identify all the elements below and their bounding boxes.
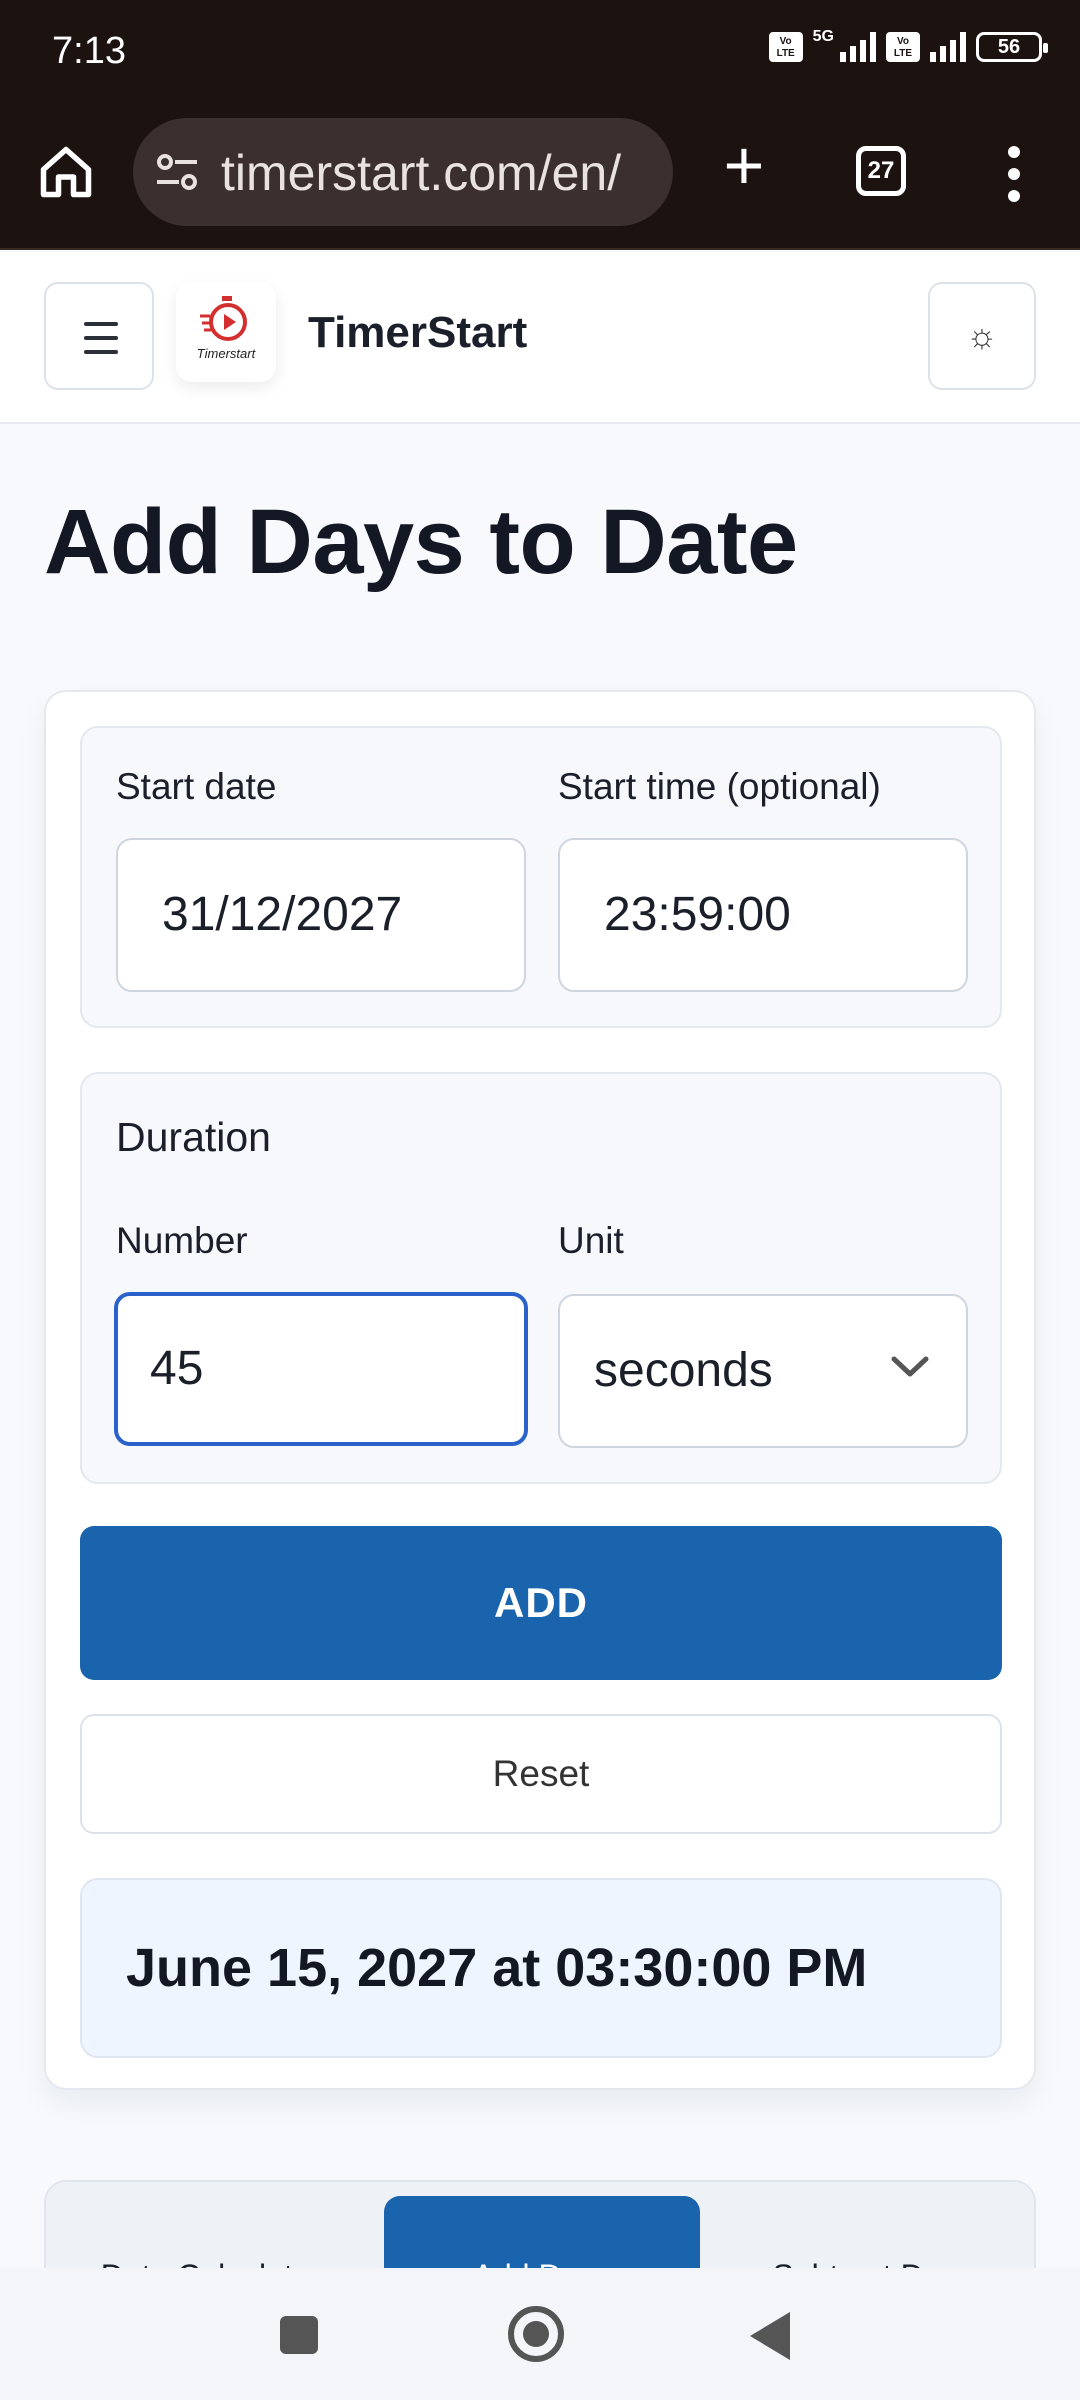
menu-button[interactable] xyxy=(44,282,154,390)
page-title: Add Days to Date xyxy=(44,491,798,593)
start-date-label: Start date xyxy=(116,766,277,807)
volte-icon: Vo LTE xyxy=(768,32,803,62)
browser-toolbar: timerstart.com/en/ + 27 xyxy=(0,110,1080,250)
sun-icon: ☼ xyxy=(966,317,998,355)
signal-icon xyxy=(840,32,876,62)
signal-icon xyxy=(930,32,966,62)
duration-panel: Duration Number 45 Unit seconds xyxy=(80,1072,1002,1484)
site-header: Timerstart TimerStart ☼ xyxy=(0,252,1080,424)
home-circle-icon[interactable] xyxy=(508,2306,564,2362)
start-time-input[interactable]: 23:59:00 xyxy=(558,838,968,992)
tab-switcher-button[interactable]: 27 xyxy=(856,146,906,196)
status-time: 7:13 xyxy=(52,30,126,72)
status-bar: 7:13 Vo LTE 5G Vo LTE 56 xyxy=(0,0,1080,110)
system-nav-bar xyxy=(0,2268,1080,2400)
start-panel: Start date 31/12/2027 Start time (option… xyxy=(80,726,1002,1028)
result-output: June 15, 2027 at 03:30:00 PM xyxy=(80,1878,1002,2058)
start-date-input[interactable]: 31/12/2027 xyxy=(116,838,526,992)
stopwatch-icon xyxy=(200,296,247,341)
address-bar[interactable]: timerstart.com/en/ xyxy=(133,118,673,226)
theme-toggle-button[interactable]: ☼ xyxy=(928,282,1036,390)
battery-icon: 56 xyxy=(976,32,1048,62)
number-label: Number xyxy=(116,1220,248,1261)
status-icons: Vo LTE 5G Vo LTE 56 xyxy=(768,28,1048,62)
calculator-card: Start date 31/12/2027 Start time (option… xyxy=(44,690,1036,2090)
recents-icon[interactable] xyxy=(280,2316,318,2354)
unit-select-value: seconds xyxy=(594,1344,773,1397)
new-tab-icon[interactable]: + xyxy=(714,130,774,202)
brand-name[interactable]: TimerStart xyxy=(308,308,527,358)
chevron-down-icon xyxy=(891,1356,929,1377)
reset-button[interactable]: Reset xyxy=(80,1714,1002,1834)
site-settings-icon[interactable] xyxy=(155,152,199,192)
site-logo[interactable]: Timerstart xyxy=(176,282,276,382)
more-menu-icon[interactable] xyxy=(996,146,1032,202)
volte-icon: Vo LTE xyxy=(886,32,920,62)
unit-select[interactable]: seconds xyxy=(558,1294,968,1448)
duration-heading: Duration xyxy=(116,1114,271,1160)
network-type: 5G xyxy=(812,28,834,45)
number-input[interactable]: 45 xyxy=(114,1292,528,1446)
back-icon[interactable] xyxy=(750,2312,790,2360)
home-icon[interactable] xyxy=(36,142,96,202)
unit-label: Unit xyxy=(558,1220,624,1261)
logo-text: Timerstart xyxy=(196,346,256,361)
url-text[interactable]: timerstart.com/en/ xyxy=(221,144,621,202)
add-button[interactable]: ADD xyxy=(80,1526,1002,1680)
start-time-label: Start time (optional) xyxy=(558,766,881,807)
